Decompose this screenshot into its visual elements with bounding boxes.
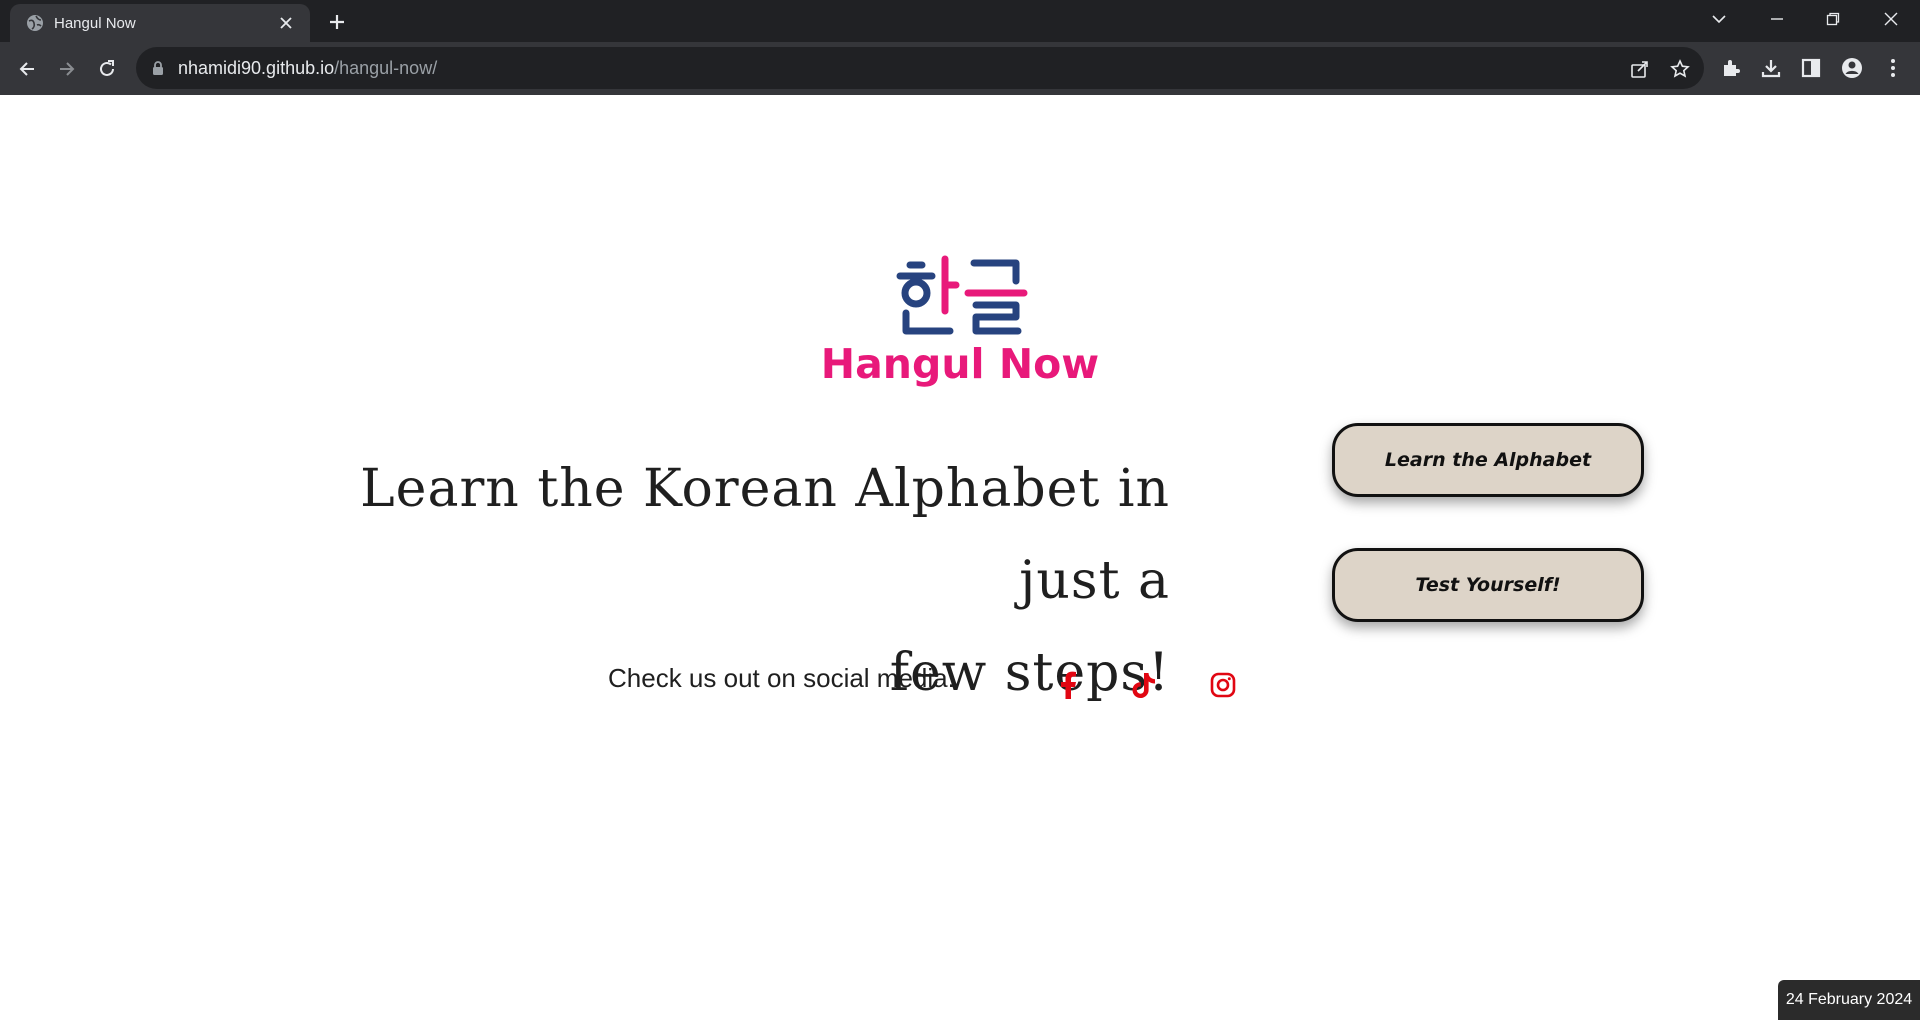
profile-icon[interactable] (1839, 55, 1865, 81)
new-tab-icon[interactable] (324, 9, 350, 35)
facebook-icon[interactable] (1052, 669, 1084, 701)
back-icon[interactable] (13, 55, 41, 83)
social-media-label: Check us out on social media: (608, 663, 955, 693)
extensions-icon[interactable] (1718, 55, 1744, 81)
forward-icon[interactable] (53, 55, 81, 83)
bookmark-star-icon[interactable] (1669, 58, 1691, 80)
download-icon[interactable] (1758, 55, 1784, 81)
close-window-icon[interactable] (1876, 6, 1906, 32)
url-text: nhamidi90.github.io/hangul-now/ (178, 58, 437, 79)
globe-icon (26, 14, 44, 32)
test-yourself-button[interactable]: Test Yourself! (1332, 548, 1644, 622)
tiktok-icon[interactable] (1128, 669, 1160, 701)
browser-toolbar: nhamidi90.github.io/hangul-now/ (0, 42, 1920, 95)
tab-title: Hangul Now (54, 14, 136, 32)
date-label: 24 February 2024 (1778, 980, 1920, 1020)
share-icon[interactable] (1629, 58, 1651, 80)
close-tab-icon[interactable] (276, 13, 296, 33)
lock-icon[interactable] (150, 60, 166, 76)
menu-kebab-icon[interactable] (1880, 55, 1906, 81)
browser-tab-strip: Hangul Now (0, 0, 1920, 42)
tab-search-icon[interactable] (1704, 6, 1734, 32)
site-title: Hangul Now (820, 340, 1100, 388)
learn-alphabet-button[interactable]: Learn the Alphabet (1332, 423, 1644, 497)
page-content: Hangul Now Learn the Korean Alphabet in … (0, 95, 1920, 1020)
side-panel-icon[interactable] (1798, 55, 1824, 81)
address-bar[interactable]: nhamidi90.github.io/hangul-now/ (136, 47, 1704, 89)
instagram-icon[interactable] (1207, 669, 1239, 701)
url-path: /hangul-now/ (334, 57, 438, 78)
browser-tab[interactable]: Hangul Now (10, 4, 310, 42)
reload-icon[interactable] (93, 55, 121, 83)
hero-headline-line-1: Learn the Korean Alphabet in just a (360, 459, 1170, 611)
minimize-icon[interactable] (1762, 6, 1792, 32)
url-domain: nhamidi90.github.io (178, 57, 335, 78)
restore-icon[interactable] (1818, 6, 1848, 32)
hangul-logo-mark (890, 255, 1030, 345)
